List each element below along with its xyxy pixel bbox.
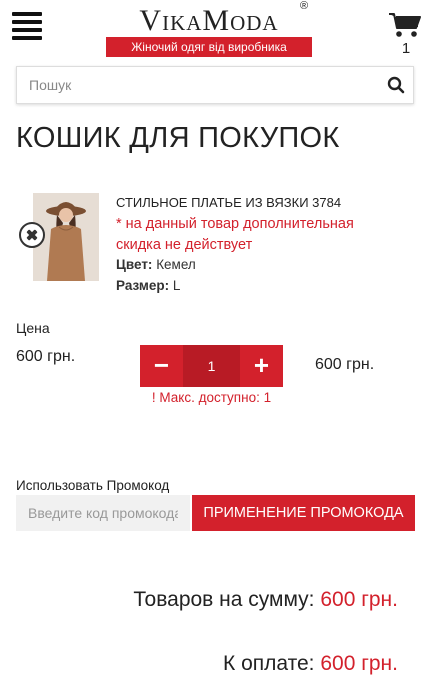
- pay-total-value: 600 грн.: [320, 652, 398, 675]
- promo-code-input[interactable]: [16, 495, 190, 531]
- subtotal-value: 600 грн.: [320, 588, 398, 611]
- discount-note: * на данный товар дополнительная скидка …: [116, 216, 354, 253]
- increase-quantity-button[interactable]: +: [240, 345, 283, 387]
- registered-mark: ®: [300, 0, 309, 12]
- pay-total-label: К оплате:: [223, 652, 315, 675]
- color-value: Кемел: [156, 257, 196, 272]
- line-total: 600 грн.: [315, 356, 375, 373]
- color-label: Цвет:: [116, 257, 153, 272]
- page-title: КОШИК ДЛЯ ПОКУПОК: [16, 122, 340, 154]
- logo[interactable]: VikaModa: [106, 4, 312, 38]
- search-icon[interactable]: [387, 76, 405, 94]
- cart-icon[interactable]: [388, 12, 422, 38]
- size-value: L: [172, 278, 181, 293]
- menu-icon[interactable]: [12, 12, 42, 40]
- apply-promo-button[interactable]: ПРИМЕНЕНИЕ ПРОМОКОДА: [192, 495, 415, 531]
- pay-total-row: К оплате: 600 грн.: [223, 652, 398, 676]
- subtotal-row: Товаров на сумму: 600 грн.: [133, 588, 398, 612]
- decrease-quantity-button[interactable]: −: [140, 345, 183, 387]
- promo-label: Использовать Промокод: [16, 478, 170, 493]
- unit-price: 600 грн.: [16, 348, 76, 365]
- size-label: Размер:: [116, 278, 170, 293]
- price-label: Цена: [16, 320, 50, 336]
- max-available-note: ! Макс. доступно: 1: [151, 390, 272, 405]
- search-input[interactable]: [17, 67, 377, 103]
- product-name-link[interactable]: СТИЛЬНОЕ ПЛАТЬЕ ИЗ ВЯЗКИ 3784: [116, 195, 341, 210]
- search-bar: [16, 66, 414, 104]
- remove-item-icon[interactable]: [19, 222, 45, 248]
- color-attribute: Цвет: Кемел: [116, 257, 196, 272]
- size-attribute: Размер: L: [116, 278, 180, 293]
- logo-tagline: Жіночий одяг від виробника: [106, 37, 312, 57]
- quantity-input[interactable]: 1: [183, 345, 240, 387]
- subtotal-label: Товаров на сумму:: [133, 588, 315, 611]
- cart-count-badge[interactable]: 1: [396, 40, 416, 57]
